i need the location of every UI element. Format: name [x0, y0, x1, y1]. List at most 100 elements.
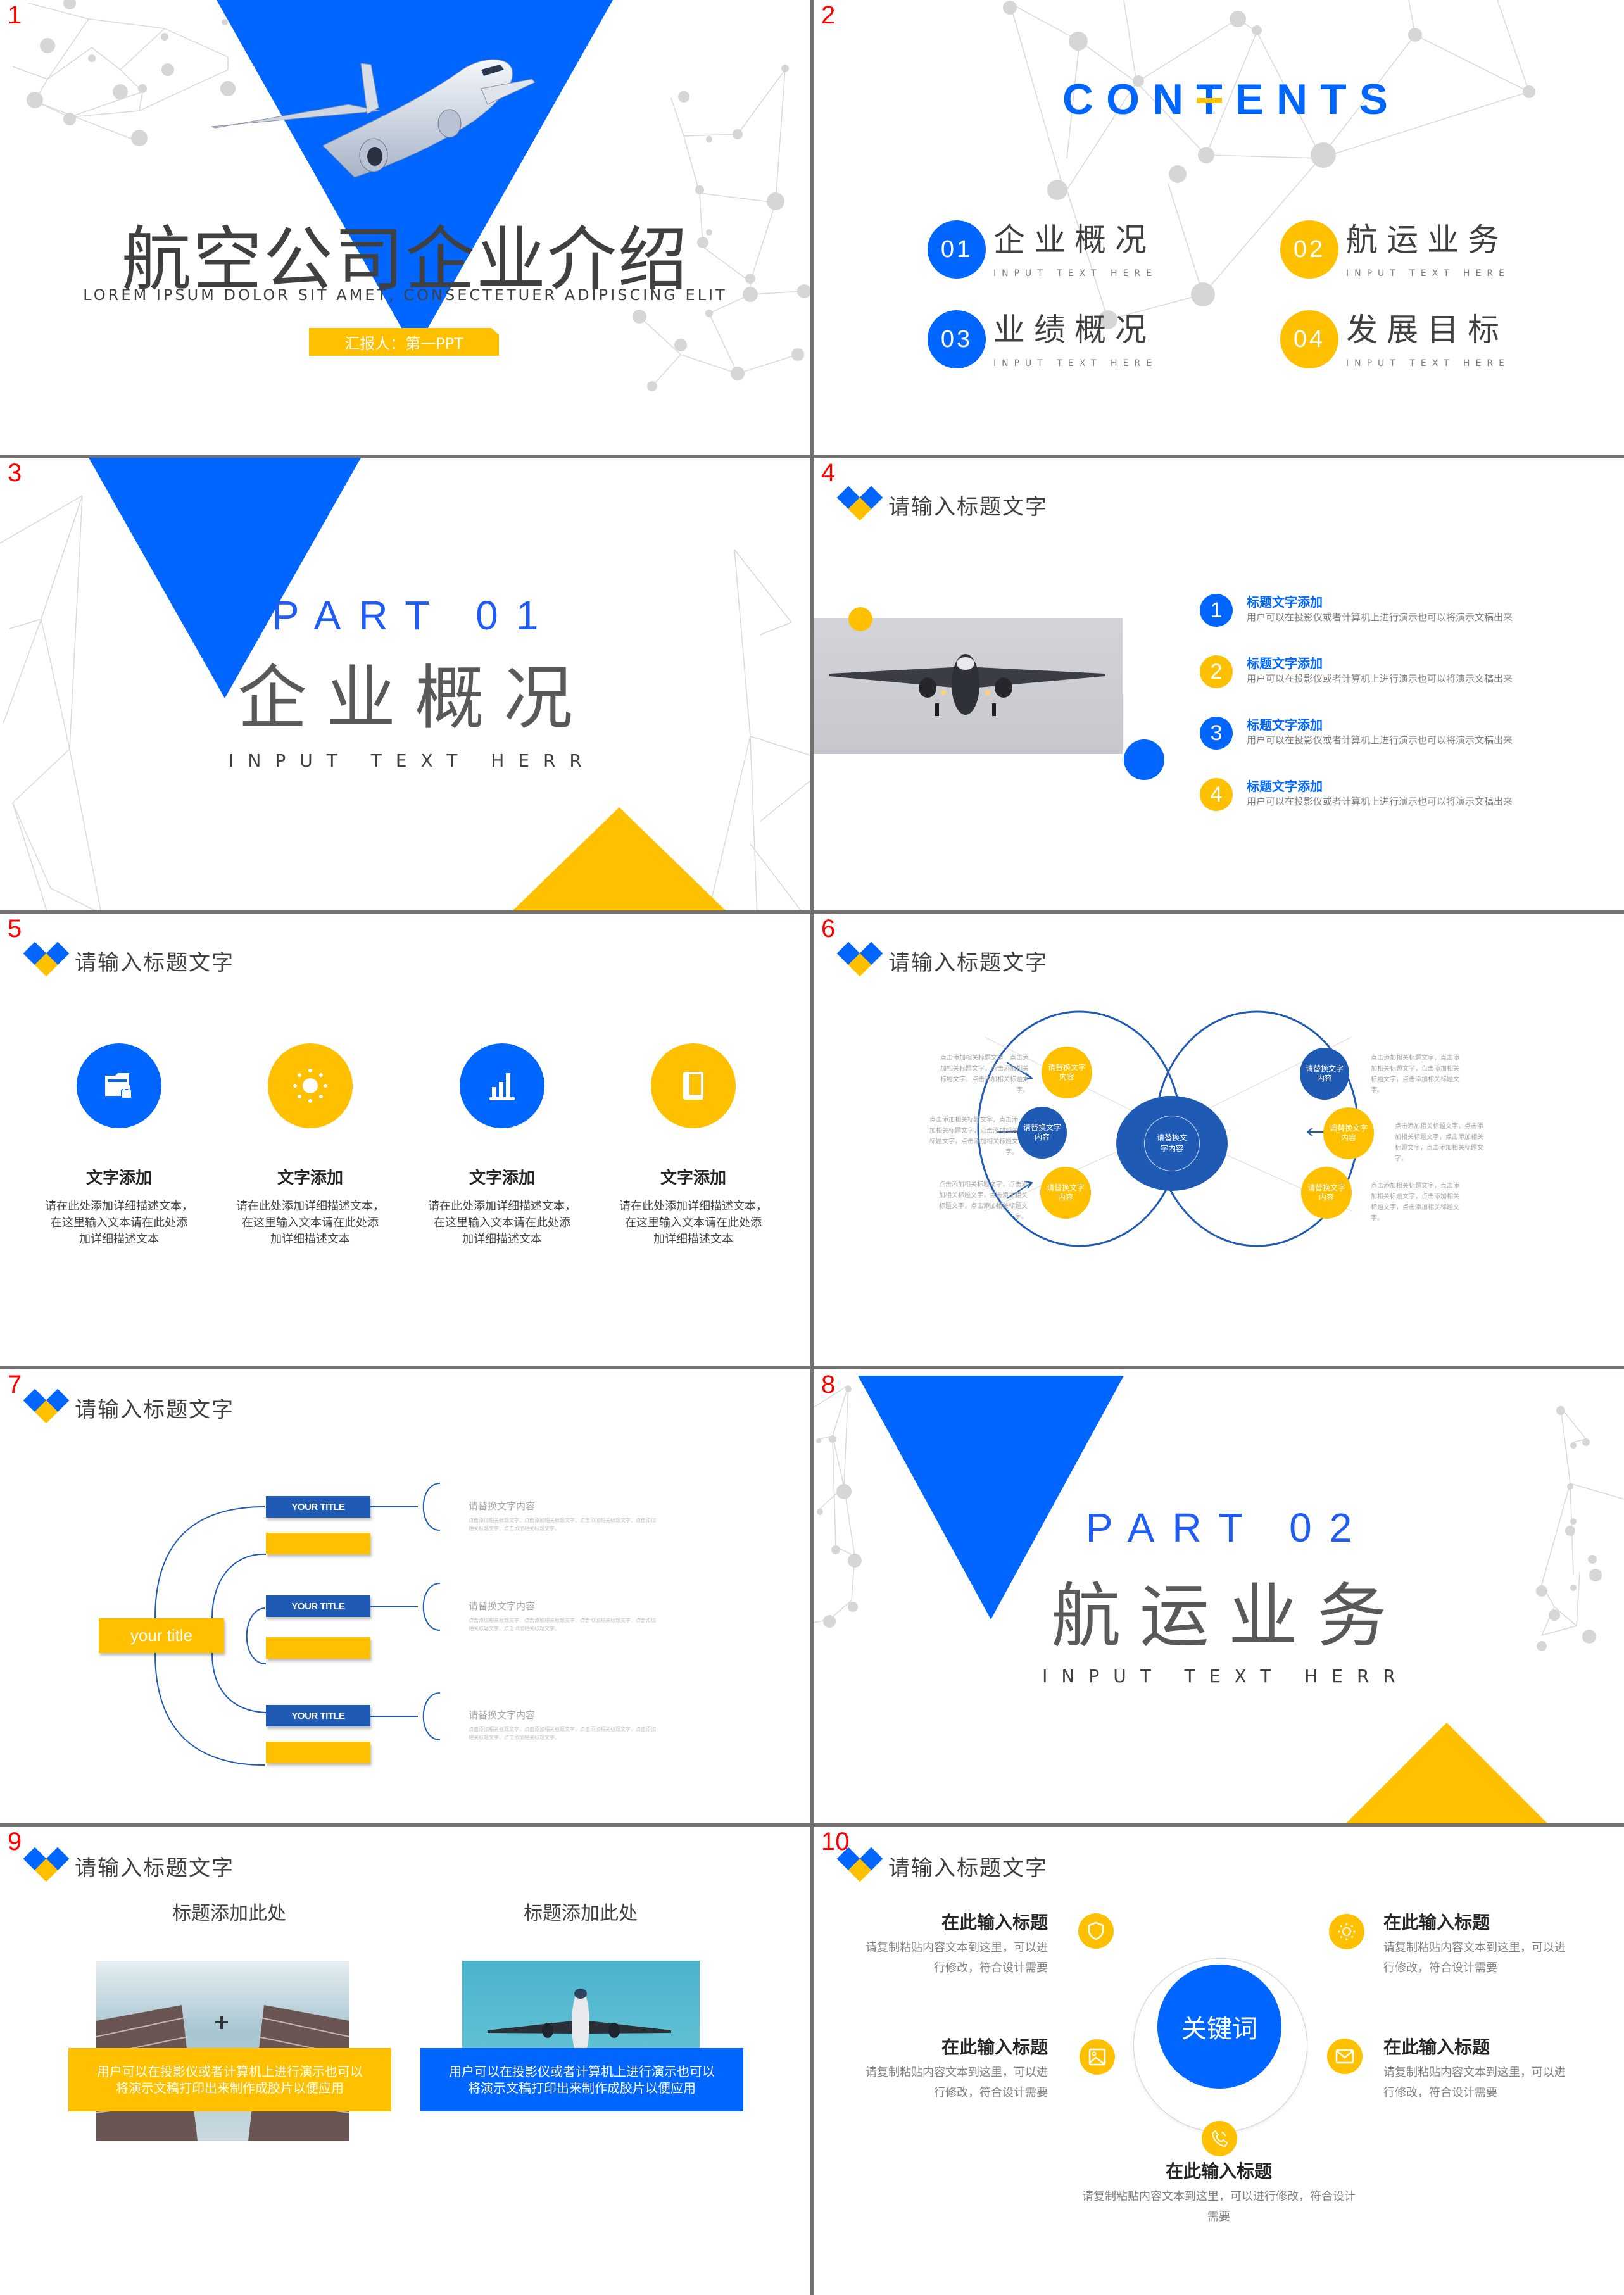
sun-icon-badge — [1329, 1914, 1364, 1949]
tree-branch-placeholder[interactable] — [266, 1637, 370, 1659]
tree-branch-placeholder[interactable] — [266, 1533, 370, 1554]
block-title: 在此输入标题 — [1383, 2037, 1490, 2058]
block-desc: 请复制粘贴内容文本到这里，可以进行修改，符合设计需要 — [1082, 2190, 1356, 2223]
hub-node[interactable]: 请替换文字内容 — [1017, 1107, 1067, 1159]
tree-detail: 请替换文字内容 点击添加相关标题文字，点击添加相关标题文字，点击添加相关标题文字… — [469, 1708, 658, 1742]
list-number-badge: 3 — [1200, 717, 1233, 750]
slide-2-contents[interactable]: CONTENTS 01 企业概况 INPUT TEXT HERE 02 航运业务 I… — [814, 0, 1624, 455]
keyword-block: 在此输入标题 请复制粘贴内容文本到这里，可以进行修改，符合设计需要 — [1080, 2158, 1358, 2227]
slide-8-part-02[interactable]: PART 02 航运业务 INPUT TEXT HERR 8 — [814, 1369, 1624, 1823]
tree-branch-placeholder[interactable] — [266, 1742, 370, 1763]
toc-title: 业绩概况 — [993, 311, 1155, 348]
column-title: 标题添加此处 — [524, 1902, 638, 1925]
hub-node[interactable]: 请替换文字内容 — [1300, 1048, 1349, 1100]
list-item[interactable]: 2 标题文字添加用户可以在投影仪或者计算机上进行演示也可以将演示文稿出来 — [1200, 655, 1513, 688]
slide-4-list[interactable]: 请输入标题文字 1 标题文字添加 用户可以在投影仪或者计算机上进行演示也可以将演示… — [814, 458, 1624, 910]
part-title: 企业概况 — [237, 658, 592, 739]
feature-card[interactable]: 文字添加 请在此处添加详细描述文本， 在这里输入文本请在此处添 加详细描述文本 — [423, 1043, 581, 1248]
slide-5-features[interactable]: 请输入标题文字 文字添加 请在此处添加详细描述文本， 在这里输入文本请在此处添 加详… — [0, 914, 810, 1366]
hub-node-text: 点击添加相关标题文字，点击添加相关标题文字，点击添加相关标题文字，点击添加相关标… — [929, 1117, 1018, 1156]
part-subtitle: INPUT TEXT HERR — [1042, 1666, 1409, 1687]
toc-title: 发展目标 — [1346, 311, 1508, 348]
feature-desc: 请在此处添加详细描述文本， 在这里输入文本请在此处添 加详细描述文本 — [619, 1200, 767, 1246]
hub-center-circle[interactable]: 请替换文字内容 — [1116, 1096, 1228, 1191]
bar-chart-icon — [489, 1073, 515, 1100]
column-title: 标题添加此处 — [172, 1902, 286, 1925]
feature-title: 文字添加 — [85, 1169, 152, 1188]
yellow-triangle — [1342, 1723, 1551, 1823]
folder-lock-icon — [105, 1073, 132, 1099]
block-title: 在此输入标题 — [1165, 2161, 1272, 2182]
phone-icon-badge — [1202, 2121, 1237, 2156]
list-item-desc: 用户可以在投影仪或者计算机上进行演示也可以将演示文稿出来 — [1247, 796, 1513, 807]
hub-node[interactable]: 请替换文字内容 — [1042, 1047, 1092, 1098]
slide-7-tree[interactable]: 请输入标题文字 your title YOUR TITLE YOUR TITLE… — [0, 1369, 810, 1823]
feature-card[interactable]: 文字添加 请在此处添加详细描述文本， 在这里输入文本请在此处添 加详细描述文本 — [614, 1043, 772, 1248]
feature-card[interactable]: 文字添加 请在此处添加详细描述文本， 在这里输入文本请在此处添 加详细描述文本 — [231, 1043, 389, 1248]
tree-detail-title: 请替换文字内容 — [469, 1500, 536, 1512]
list-item-title: 标题文字添加 — [1247, 717, 1323, 733]
list-item[interactable]: 3 标题文字添加 用户可以在投影仪或者计算机上进行演示也可以将演示文稿出来 — [1200, 717, 1513, 750]
slide-number: 10 — [821, 1828, 850, 1856]
tree-detail: 请替换文字内容 点击添加相关标题文字，点击添加相关标题文字，点击添加相关标题文字… — [469, 1499, 658, 1533]
toc-item-3[interactable]: 03 业绩概况 INPUT TEXT HERE — [928, 310, 1157, 368]
part-label: PART 02 — [1085, 1505, 1370, 1550]
toc-subtitle: INPUT TEXT HERE — [1346, 358, 1510, 368]
feature-title: 文字添加 — [277, 1169, 343, 1188]
mail-icon — [1335, 2049, 1354, 2064]
toc-item-2[interactable]: 02 航运业务 INPUT TEXT HERE — [1280, 220, 1510, 279]
list-item[interactable]: 4 标题文字添加 用户可以在投影仪或者计算机上进行演示也可以将演示文稿出来 — [1200, 778, 1513, 811]
airplane-landing-photo — [814, 618, 1123, 754]
slide-6-hub-diagram[interactable]: 请输入标题文字 请替换文字内容 请替换文字内容 请替换文字内容 请替换文字内容 — [814, 914, 1624, 1366]
slide-3-part-01[interactable]: PART 01 企业概况 INPUT TEXT HERR 3 — [0, 458, 810, 910]
slide-header: 请输入标题文字 — [836, 486, 1048, 524]
toc-subtitle: INPUT TEXT HERE — [993, 268, 1157, 279]
image-icon — [1088, 2048, 1106, 2066]
list-item-desc: 用户可以在投影仪或者计算机上进行演示也可以将演示文稿出来 — [1247, 673, 1513, 684]
toc-item-1[interactable]: 01 企业概况 INPUT TEXT HERE — [928, 220, 1157, 279]
feature-title: 文字添加 — [660, 1169, 726, 1188]
keyword-block: 在此输入标题 请复制粘贴内容文本到这里，可以进行修改，符合设计需要 — [1383, 2034, 1592, 2103]
book-icon — [683, 1072, 703, 1100]
list-item-desc: 用户可以在投影仪或者计算机上进行演示也可以将演示文稿出来 — [1247, 734, 1513, 746]
slide-number: 3 — [8, 459, 22, 487]
list-item-desc: 用户可以在投影仪或者计算机上进行演示也可以将演示文稿出来 — [1247, 612, 1513, 623]
slide-title: 请输入标题文字 — [75, 950, 234, 976]
slide-header: 请输入标题文字 — [836, 1847, 1048, 1885]
slide-9-two-columns[interactable]: 请输入标题文字 标题添加此处 标题添加此处 用户可以在投影仪或者计算机上进行演示… — [0, 1827, 810, 2295]
airplane-illustration — [211, 59, 536, 178]
toc-title: 航运业务 — [1346, 222, 1508, 258]
hub-node[interactable]: 请替换文字内容 — [1323, 1107, 1374, 1159]
toc-item-4[interactable]: 04 发展目标 INPUT TEXT HERE — [1280, 310, 1510, 368]
slide-1-cover[interactable]: 航空公司企业介绍 LOREM IPSUM DOLOR SIT AMET, CON… — [0, 0, 810, 455]
list-item-title: 标题文字添加 — [1247, 656, 1323, 671]
slide-header: 请输入标题文字 — [23, 1847, 234, 1885]
block-desc: 请复制粘贴内容文本到这里，可以进行修改，符合设计需要 — [1383, 1941, 1566, 1975]
feature-card[interactable]: 文字添加 请在此处添加详细描述文本， 在这里输入文本请在此处添 加详细描述文本 — [40, 1043, 198, 1248]
tree-branch-title[interactable]: YOUR TITLE — [266, 1496, 370, 1518]
tree-root-box[interactable]: your title — [99, 1618, 224, 1653]
block-desc: 请复制粘贴内容文本到这里，可以进行修改，符合设计需要 — [866, 1941, 1048, 1975]
list-item-title: 标题文字添加 — [1247, 779, 1323, 794]
diamond-logo-icon — [23, 1847, 72, 1885]
slide-title: 请输入标题文字 — [888, 494, 1048, 520]
tree-branch-title[interactable]: YOUR TITLE — [266, 1705, 370, 1726]
list-item[interactable]: 1 标题文字添加 用户可以在投影仪或者计算机上进行演示也可以将演示文稿出来 — [1200, 594, 1513, 627]
tree-branch-title[interactable]: YOUR TITLE — [266, 1595, 370, 1617]
list-number-badge: 2 — [1200, 655, 1233, 688]
tree-detail-desc: 点击添加相关标题文字，点击添加相关标题文字，点击添加相关标题文字，点击添加相关标… — [469, 1618, 656, 1632]
feature-desc: 请在此处添加详细描述文本， 在这里输入文本请在此处添 加详细描述文本 — [45, 1200, 193, 1246]
toc-subtitle: INPUT TEXT HERE — [993, 358, 1157, 368]
slide-number: 1 — [8, 1, 22, 29]
slide-title: 请输入标题文字 — [888, 1855, 1048, 1881]
part-title: 航运业务 — [1051, 1576, 1406, 1657]
hub-node[interactable]: 请替换文字内容 — [1301, 1167, 1352, 1219]
slide-10-keyword-hub[interactable]: 请输入标题文字 关键词 在此输入标题 请复制粘贴内容文本到这里，可以进行修改，符… — [814, 1827, 1624, 2295]
keyword-circle[interactable]: 关键词 — [1157, 1965, 1281, 2089]
hub-node[interactable]: 请替换文字内容 — [1040, 1167, 1091, 1219]
keyword-block: 在此输入标题 请复制粘贴内容文本到这里，可以进行修改，符合设计需要 — [839, 2034, 1048, 2103]
image-icon-badge — [1080, 2039, 1115, 2075]
tree-detail-desc: 点击添加相关标题文字，点击添加相关标题文字，点击添加相关标题文字，点击添加相关标… — [469, 1518, 656, 1531]
sun-icon — [1338, 1923, 1356, 1940]
diamond-logo-icon — [23, 941, 72, 979]
